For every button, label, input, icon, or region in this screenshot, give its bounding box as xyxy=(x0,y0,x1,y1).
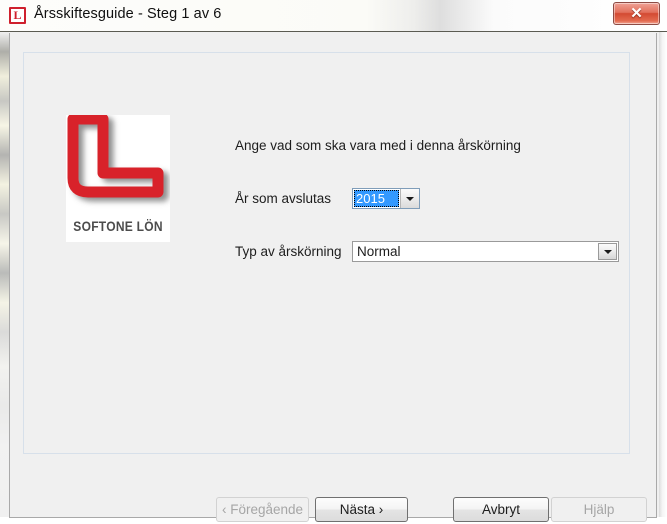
chevron-down-icon xyxy=(603,249,612,254)
wizard-content-panel: SOFTONE LÖN Ange vad som ska vara med i … xyxy=(23,52,630,454)
cancel-button[interactable]: Avbryt xyxy=(453,497,549,522)
type-combobox[interactable]: Normal xyxy=(352,241,619,262)
app-icon: L xyxy=(9,7,26,24)
next-button[interactable]: Nästa › xyxy=(315,497,408,522)
year-combobox[interactable]: 2015 xyxy=(352,188,420,209)
close-button[interactable]: ✕ xyxy=(613,2,660,25)
type-dropdown-button[interactable] xyxy=(598,243,617,260)
logo-caption: SOFTONE LÖN xyxy=(73,218,163,234)
window-frame-left-edge xyxy=(0,32,9,524)
year-combobox-value[interactable]: 2015 xyxy=(354,190,399,207)
app-icon-letter: L xyxy=(13,8,22,22)
year-dropdown-button[interactable] xyxy=(400,189,419,208)
logo-l-shape-icon xyxy=(67,115,164,198)
help-button[interactable]: Hjälp xyxy=(551,497,647,522)
title-bar[interactable]: L Årsskiftesguide - Steg 1 av 6 ✕ xyxy=(0,0,667,32)
year-field-label: År som avslutas xyxy=(235,191,332,206)
type-field-label: Typ av årskörning xyxy=(235,244,342,259)
dialog-body: SOFTONE LÖN Ange vad som ska vara med i … xyxy=(9,33,657,522)
chevron-down-icon xyxy=(406,196,414,201)
close-icon: ✕ xyxy=(630,5,643,22)
window-title: Årsskiftesguide - Steg 1 av 6 xyxy=(34,6,222,22)
type-combobox-value[interactable]: Normal xyxy=(357,244,401,259)
previous-button[interactable]: ‹ Föregående xyxy=(216,497,309,522)
title-bar-content: L Årsskiftesguide - Steg 1 av 6 ✕ xyxy=(0,0,667,31)
logo-mark-icon xyxy=(66,115,170,213)
instruction-text: Ange vad som ska vara med i denna årskör… xyxy=(235,138,521,153)
dialog-window: L Årsskiftesguide - Steg 1 av 6 ✕ SOFTON… xyxy=(0,0,667,524)
softone-lon-logo: SOFTONE LÖN xyxy=(66,115,170,242)
window-frame-right-edge xyxy=(659,32,667,524)
